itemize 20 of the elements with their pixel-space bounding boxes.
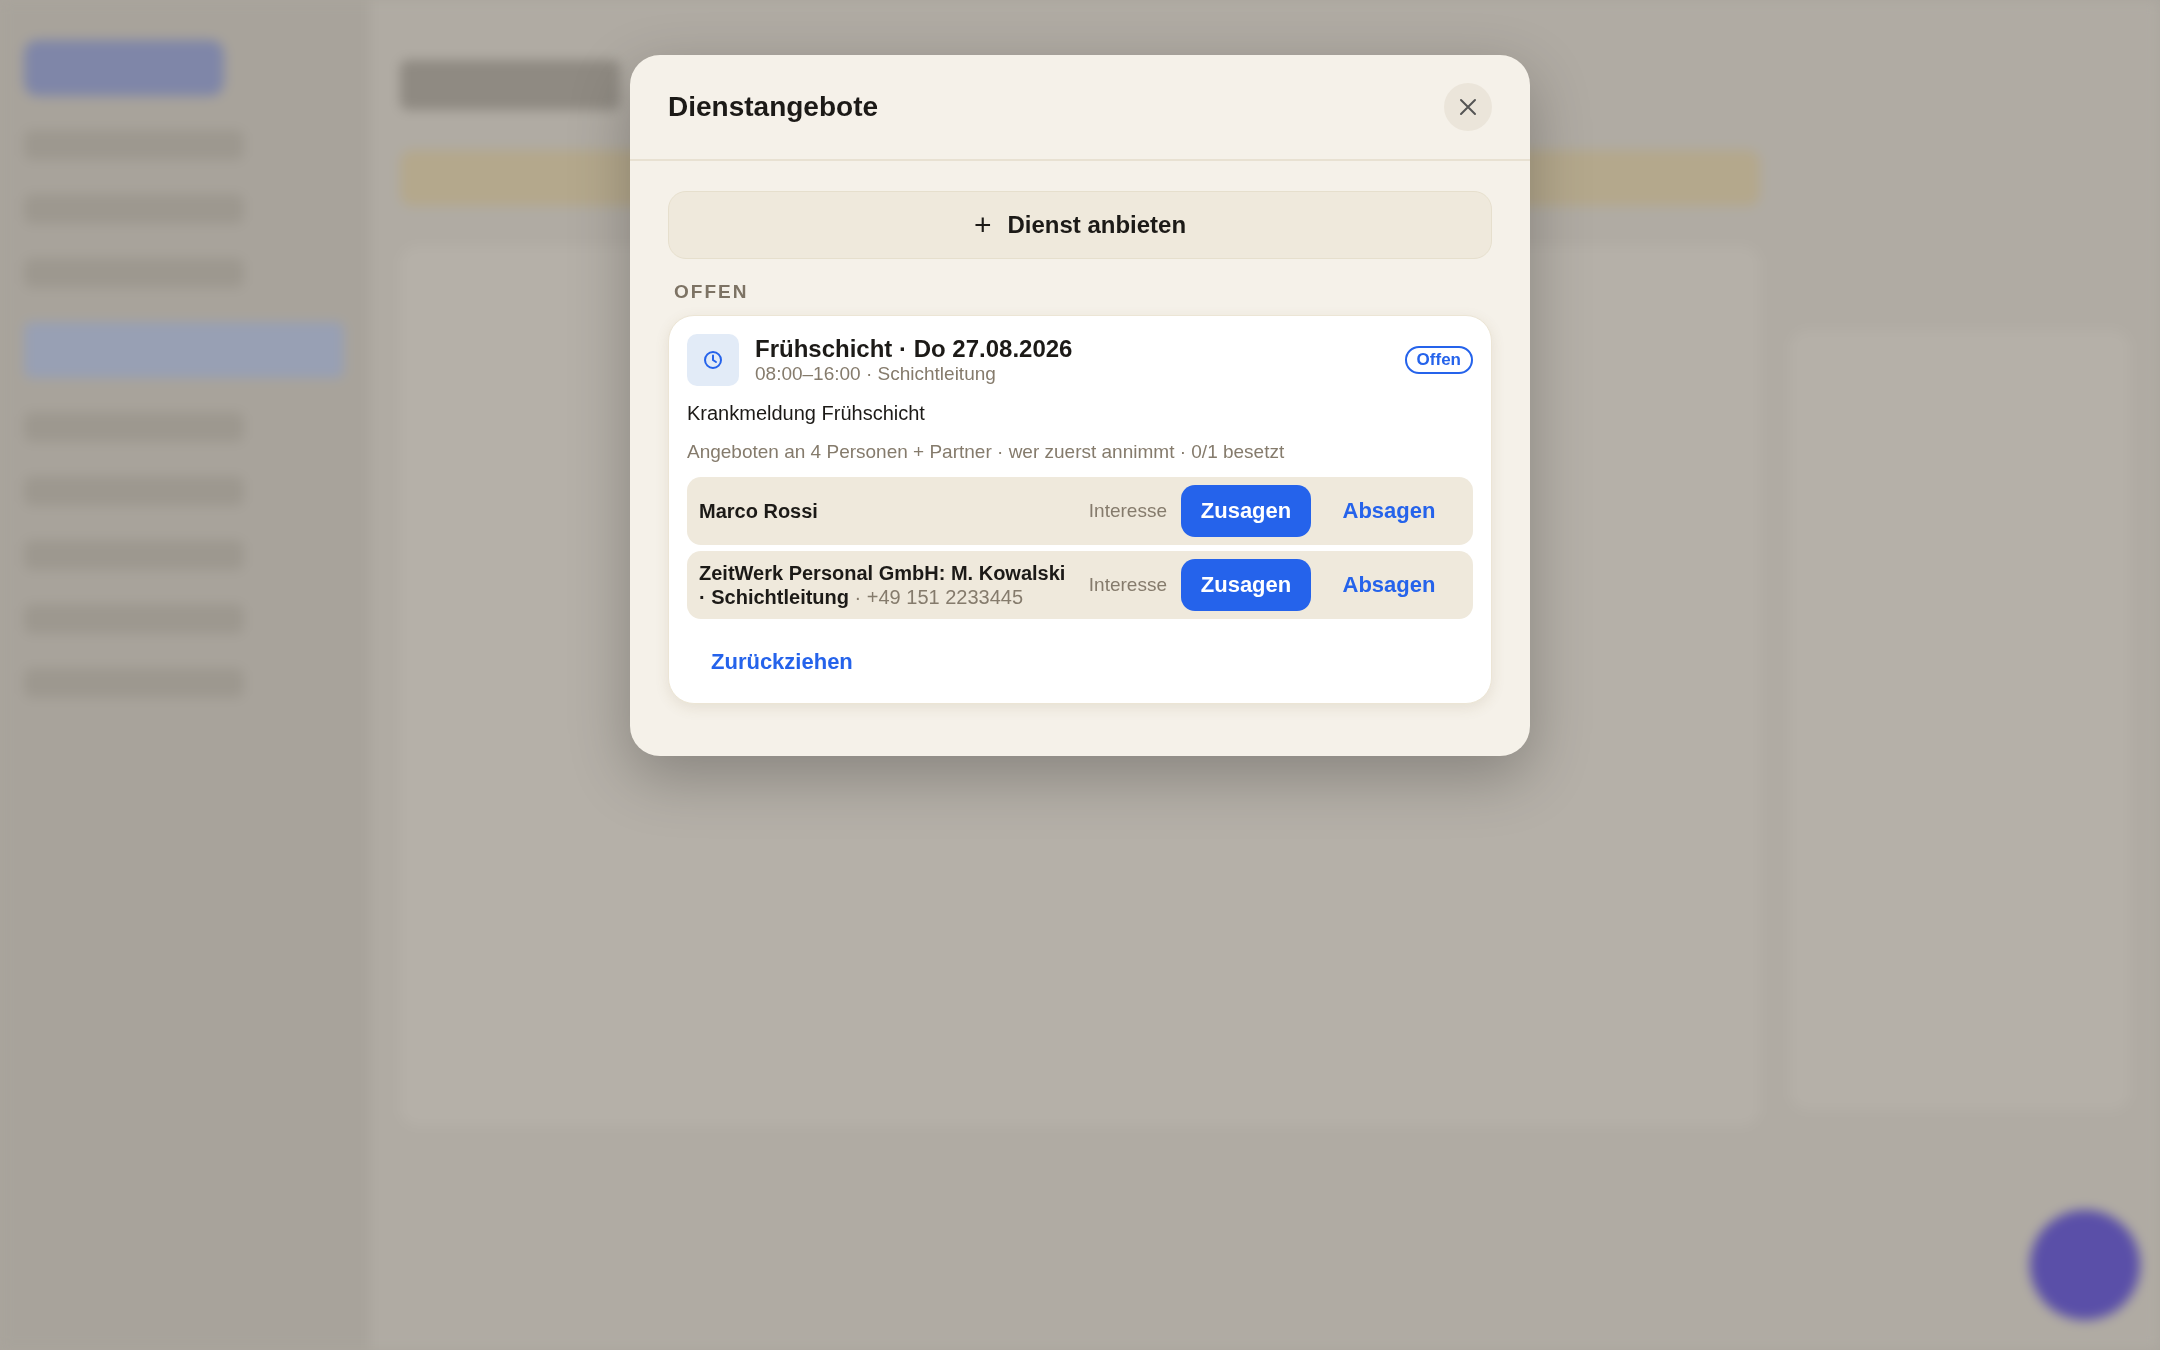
close-icon	[1459, 98, 1477, 116]
response-label: Interesse	[1088, 500, 1167, 522]
shift-title: Frühschicht · Do 27.08.2026	[755, 335, 1074, 363]
shift-note: Krankmeldung Frühschicht	[687, 402, 926, 425]
section-heading: OFFEN	[674, 281, 750, 303]
responder-name: Marco Rossi	[699, 499, 819, 523]
dialog-title: Dienstangebote	[668, 91, 879, 123]
offer-shift-button[interactable]: + Dienst anbieten	[668, 191, 1492, 259]
shift-time: 08:00–16:00 · Schichtleitung	[755, 363, 997, 385]
clock-icon	[687, 334, 739, 386]
decline-button[interactable]: Absagen	[1319, 497, 1459, 525]
offer-info: Angeboten an 4 Personen + Partner · wer zuerst annimmt · 0/1 besetzt	[687, 441, 1286, 463]
accept-button[interactable]: Zusagen	[1181, 485, 1311, 537]
decline-button[interactable]: Absagen	[1319, 571, 1459, 599]
withdraw-link[interactable]: Zurückziehen	[711, 649, 853, 675]
response-label: Interesse	[1088, 574, 1167, 596]
status-badge: Offen	[1404, 346, 1473, 374]
responder-name: ZeitWerk Personal GmbH: M. Kowalski · Schichtleitung · +49 151 2233445	[699, 561, 1067, 609]
accept-button[interactable]: Zusagen	[1181, 559, 1311, 611]
close-button[interactable]	[1444, 83, 1492, 131]
